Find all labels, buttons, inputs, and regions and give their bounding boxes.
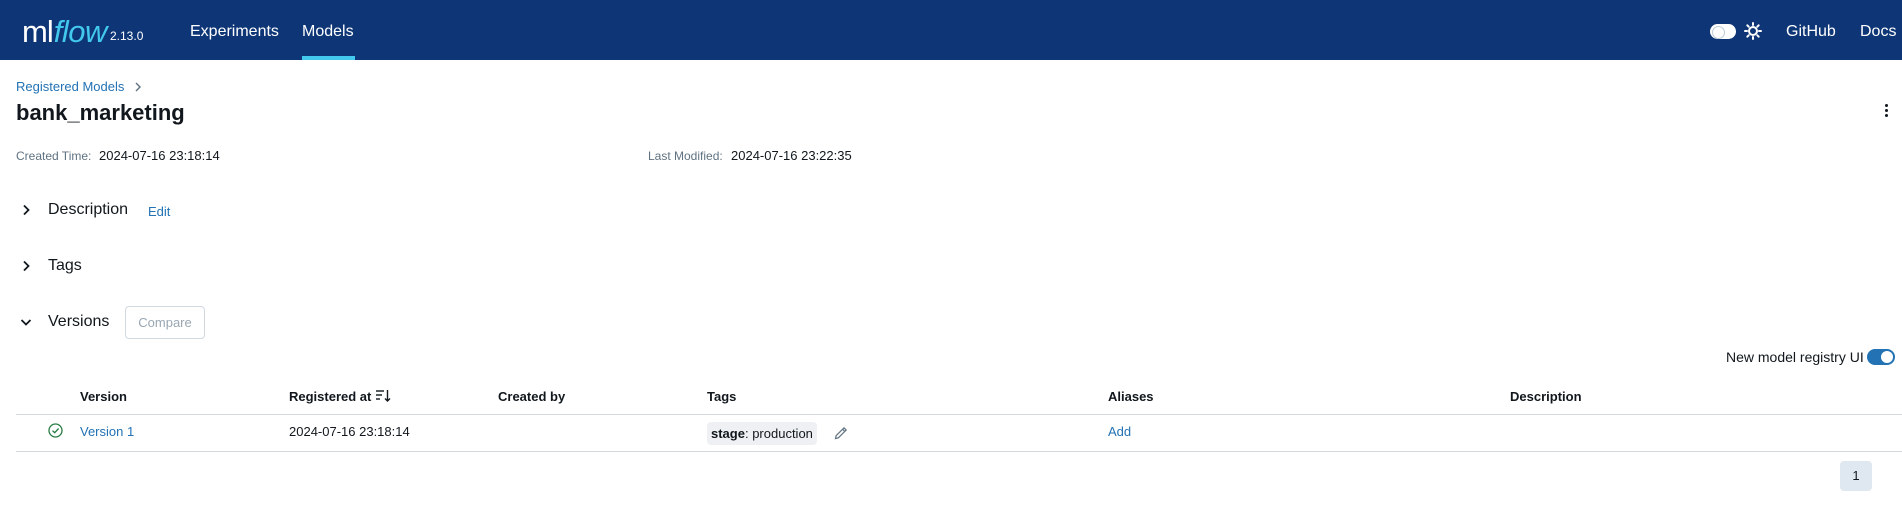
tags-section-title[interactable]: Tags — [48, 257, 82, 275]
nav-experiments[interactable]: Experiments — [190, 0, 279, 60]
chevron-right-icon[interactable] — [20, 260, 32, 272]
logo-flow-text: flow — [53, 14, 108, 49]
table-row-divider — [16, 451, 1902, 452]
page-title: bank_marketing — [16, 100, 185, 125]
new-registry-ui-label: New model registry UI — [1726, 349, 1864, 365]
more-options-icon[interactable] — [1883, 104, 1889, 120]
column-header-version[interactable]: Version — [80, 389, 127, 404]
mlflow-logo[interactable]: ml flow — [22, 4, 107, 52]
check-circle-icon — [48, 423, 63, 438]
tag-value: : production — [744, 426, 813, 441]
column-header-registered-at[interactable]: Registered at — [289, 389, 371, 404]
last-modified-value: 2024-07-16 23:22:35 — [731, 148, 852, 163]
created-time-value: 2024-07-16 23:18:14 — [99, 148, 220, 163]
column-header-created-by[interactable]: Created by — [498, 389, 565, 404]
theme-toggle[interactable] — [1710, 24, 1736, 39]
tag-key: stage — [711, 426, 745, 441]
nav-models[interactable]: Models — [302, 0, 354, 60]
version-label: 2.13.0 — [110, 29, 144, 43]
column-header-tags[interactable]: Tags — [707, 389, 736, 404]
breadcrumb-registered-models[interactable]: Registered Models — [16, 79, 124, 94]
description-section-title[interactable]: Description — [48, 201, 128, 219]
table-header-divider — [16, 414, 1902, 415]
version-link[interactable]: Version 1 — [80, 424, 134, 439]
column-header-description[interactable]: Description — [1510, 389, 1582, 404]
compare-button[interactable]: Compare — [125, 306, 205, 339]
logo-ml-text: ml — [22, 14, 54, 49]
top-nav-bar: ml flow 2.13.0 Experiments Models GitHub … — [0, 0, 1902, 60]
tag-chip: stage: production — [707, 422, 817, 445]
column-header-aliases[interactable]: Aliases — [1108, 389, 1154, 404]
add-alias-link[interactable]: Add — [1108, 424, 1131, 439]
description-edit-link[interactable]: Edit — [148, 204, 170, 219]
pencil-icon[interactable] — [833, 425, 849, 441]
breadcrumb: Registered Models — [16, 79, 142, 94]
chevron-right-icon[interactable] — [20, 204, 32, 216]
created-time-label: Created Time: — [16, 149, 92, 163]
versions-section-title[interactable]: Versions — [48, 313, 109, 331]
sun-icon[interactable] — [1744, 22, 1762, 40]
nav-docs[interactable]: Docs — [1860, 0, 1896, 60]
pagination-page-1[interactable]: 1 — [1840, 461, 1872, 491]
new-registry-ui-toggle[interactable] — [1867, 349, 1895, 365]
active-nav-indicator — [302, 56, 355, 60]
last-modified-label: Last Modified: — [648, 149, 723, 163]
chevron-right-icon — [135, 82, 142, 91]
registered-at-cell: 2024-07-16 23:18:14 — [289, 424, 410, 439]
sort-descending-icon[interactable] — [375, 389, 391, 403]
chevron-down-icon[interactable] — [20, 316, 32, 328]
nav-github[interactable]: GitHub — [1786, 0, 1836, 60]
